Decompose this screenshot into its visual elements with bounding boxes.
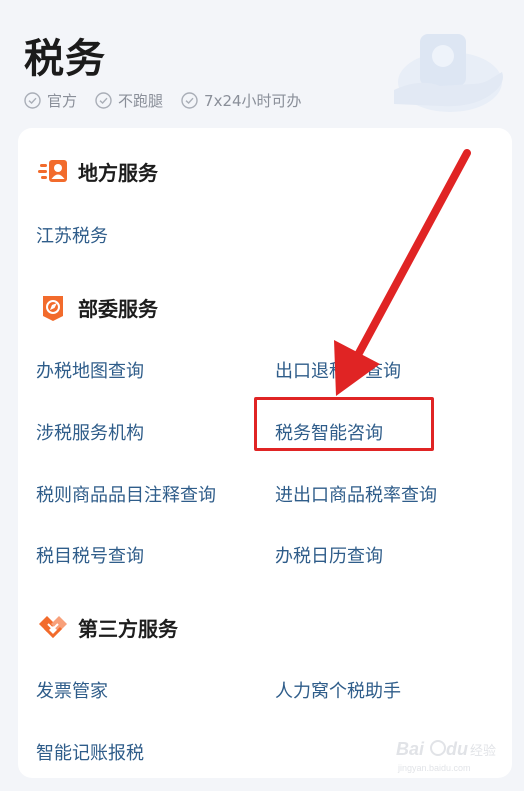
baidu-jingyan-watermark-icon: Bai du 经验 jingyan.baidu.com xyxy=(396,739,496,773)
badge-compass-icon xyxy=(43,296,63,321)
tag-official: 官方 xyxy=(24,90,77,111)
check-circle-icon xyxy=(24,92,41,109)
link-smart-bookkeeping[interactable]: 智能记账报税 xyxy=(36,739,144,765)
watermark-url: jingyan.baidu.com xyxy=(397,763,471,773)
services-card: 地方服务 江苏税务 部委服务 办税地图查询 出口退税率查询 涉税服务机构 税务智… xyxy=(18,128,512,778)
link-tariff-notes-query[interactable]: 税则商品品目注释查询 xyxy=(36,481,216,507)
hand-document-illustration-icon xyxy=(394,34,503,112)
section-title-label: 地方服务 xyxy=(78,160,158,185)
section-title-label: 第三方服务 xyxy=(78,616,178,641)
check-circle-icon xyxy=(95,92,112,109)
header: 税务 官方 不跑腿 7x24小时可办 xyxy=(0,0,524,130)
section-ministry-services: 部委服务 xyxy=(38,292,158,322)
section-local-services: 地方服务 xyxy=(38,156,158,186)
tag-label: 7x24小时可办 xyxy=(204,92,302,110)
section-third-party-services: 第三方服务 xyxy=(38,612,178,642)
watermark-brand2: du xyxy=(446,739,468,759)
link-renliwo-tax-assistant[interactable]: 人力窝个税助手 xyxy=(275,677,401,703)
link-import-export-rate-query[interactable]: 进出口商品税率查询 xyxy=(275,481,437,507)
tag-label: 官方 xyxy=(47,92,78,110)
watermark-brand: Bai xyxy=(396,739,425,759)
link-invoice-manager[interactable]: 发票管家 xyxy=(36,677,108,703)
link-tax-calendar-query[interactable]: 办税日历查询 xyxy=(275,542,383,568)
section-title-label: 部委服务 xyxy=(78,296,158,321)
tag-label: 不跑腿 xyxy=(118,92,164,110)
tag-24h: 7x24小时可办 xyxy=(181,90,302,111)
link-tax-code-query[interactable]: 税目税号查询 xyxy=(36,542,144,568)
page-title: 税务 xyxy=(24,36,106,82)
link-tax-map-query[interactable]: 办税地图查询 xyxy=(36,357,144,383)
watermark-sub: 经验 xyxy=(470,743,496,759)
feature-tags: 官方 不跑腿 7x24小时可办 xyxy=(24,90,302,111)
link-export-rebate-query[interactable]: 出口退税率查询 xyxy=(275,357,401,383)
link-tax-service-agency[interactable]: 涉税服务机构 xyxy=(36,419,144,445)
check-circle-icon xyxy=(181,92,198,109)
annotation-highlight-box xyxy=(254,397,434,451)
handshake-icon xyxy=(39,616,67,639)
link-jiangsu-tax[interactable]: 江苏税务 xyxy=(36,222,108,248)
person-card-icon xyxy=(38,160,67,182)
tag-no-trip: 不跑腿 xyxy=(95,90,163,111)
